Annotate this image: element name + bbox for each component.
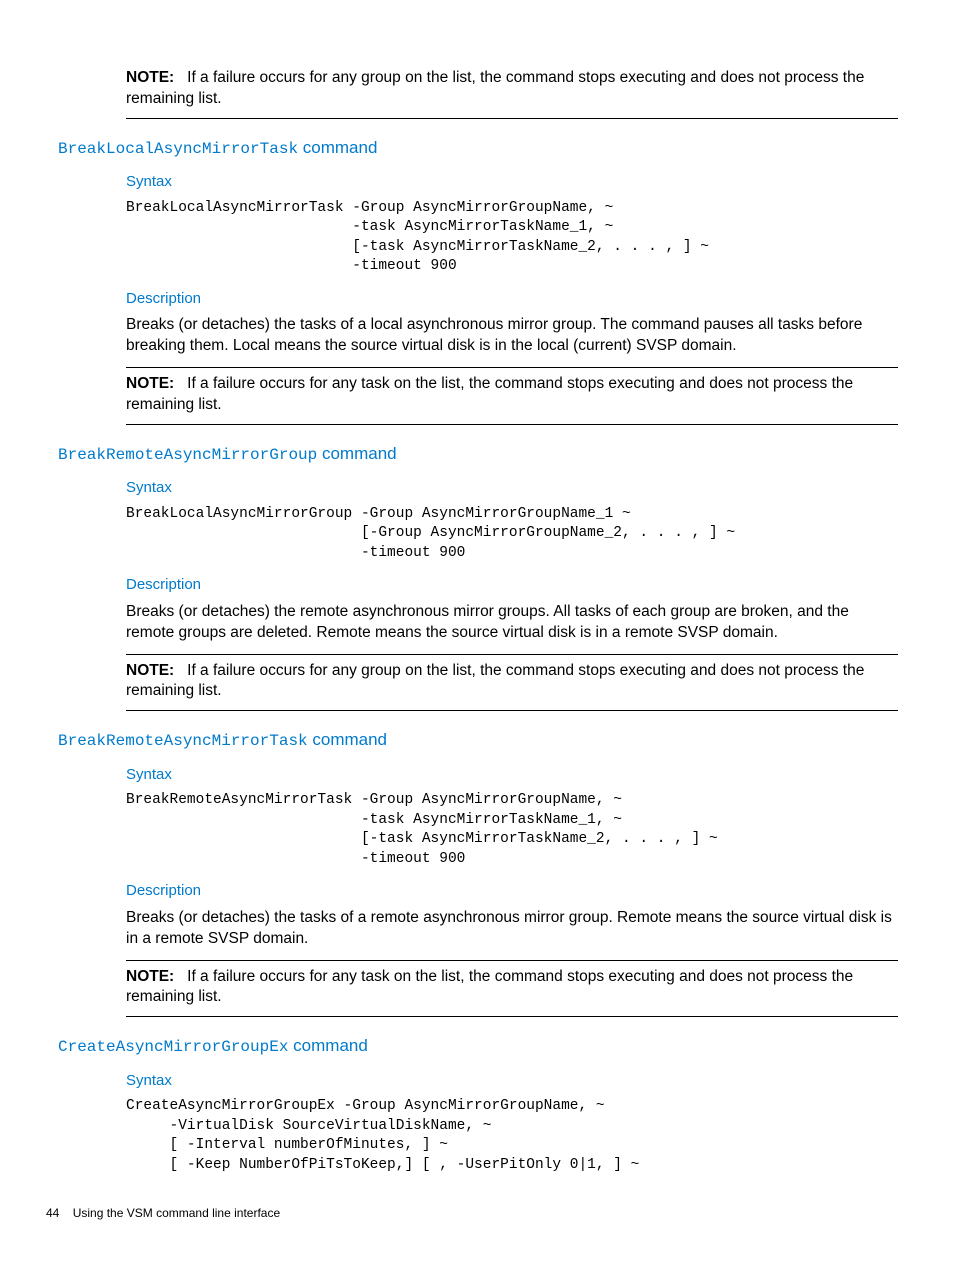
section-heading: BreakLocalAsyncMirrorTask command xyxy=(58,137,908,161)
note-text: If a failure occurs for any task on the … xyxy=(126,968,853,1006)
description-text: Breaks (or detaches) the tasks of a remo… xyxy=(126,908,898,950)
command-name: CreateAsyncMirrorGroupEx xyxy=(58,1038,288,1056)
page-footer: 44 Using the VSM command line interface xyxy=(46,1205,908,1221)
section-heading: CreateAsyncMirrorGroupEx command xyxy=(58,1035,908,1059)
command-suffix: command xyxy=(308,730,387,749)
syntax-code: CreateAsyncMirrorGroupEx -Group AsyncMir… xyxy=(126,1097,898,1175)
note-block: NOTE: If a failure occurs for any task o… xyxy=(126,960,898,1018)
syntax-heading: Syntax xyxy=(126,1071,898,1091)
section-heading: BreakRemoteAsyncMirrorGroup command xyxy=(58,443,908,467)
command-name: BreakLocalAsyncMirrorTask xyxy=(58,140,298,158)
top-note: NOTE: If a failure occurs for any group … xyxy=(126,68,898,119)
command-name: BreakRemoteAsyncMirrorTask xyxy=(58,732,308,750)
note-label: NOTE: xyxy=(126,968,174,985)
syntax-code: BreakLocalAsyncMirrorGroup -Group AsyncM… xyxy=(126,505,898,564)
page-number: 44 xyxy=(46,1206,59,1220)
command-name: BreakRemoteAsyncMirrorGroup xyxy=(58,446,317,464)
syntax-code: BreakLocalAsyncMirrorTask -Group AsyncMi… xyxy=(126,199,898,277)
syntax-heading: Syntax xyxy=(126,478,898,498)
description-heading: Description xyxy=(126,289,898,309)
note-block: NOTE: If a failure occurs for any task o… xyxy=(126,367,898,425)
command-suffix: command xyxy=(288,1036,367,1055)
syntax-heading: Syntax xyxy=(126,765,898,785)
note-block: NOTE: If a failure occurs for any group … xyxy=(126,654,898,712)
syntax-code: BreakRemoteAsyncMirrorTask -Group AsyncM… xyxy=(126,791,898,869)
section-heading: BreakRemoteAsyncMirrorTask command xyxy=(58,729,908,753)
command-suffix: command xyxy=(317,444,396,463)
syntax-heading: Syntax xyxy=(126,172,898,192)
command-suffix: command xyxy=(298,138,377,157)
note-label: NOTE: xyxy=(126,69,174,86)
footer-title: Using the VSM command line interface xyxy=(73,1206,280,1220)
description-heading: Description xyxy=(126,575,898,595)
note-label: NOTE: xyxy=(126,662,174,679)
note-text: If a failure occurs for any task on the … xyxy=(126,375,853,413)
note-label: NOTE: xyxy=(126,375,174,392)
description-text: Breaks (or detaches) the tasks of a loca… xyxy=(126,315,898,357)
note-text: If a failure occurs for any group on the… xyxy=(126,69,864,107)
note-text: If a failure occurs for any group on the… xyxy=(126,662,864,700)
description-text: Breaks (or detaches) the remote asynchro… xyxy=(126,602,898,644)
description-heading: Description xyxy=(126,881,898,901)
